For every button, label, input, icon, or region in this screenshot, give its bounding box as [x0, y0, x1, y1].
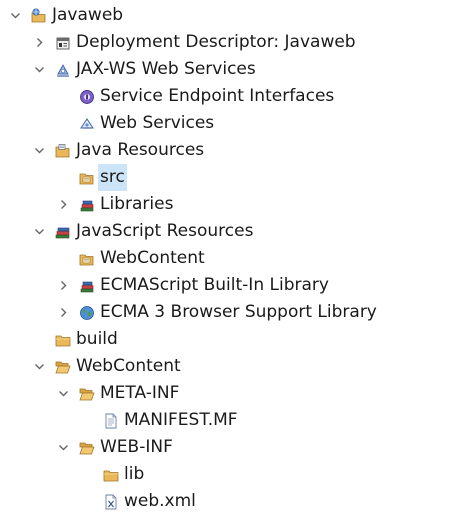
- xml-file-icon: [103, 494, 119, 510]
- javascript-resources-icon: [55, 224, 71, 240]
- source-folder-icon: [79, 170, 95, 186]
- tree-item-label: WebContent: [100, 248, 205, 268]
- tree-item-label: WebContent: [76, 356, 181, 376]
- project-explorer-tree: Javaweb Deployment Descriptor: Javaweb J…: [0, 0, 455, 515]
- tree-item-label: Java Resources: [76, 140, 205, 160]
- chevron-down-icon[interactable]: [10, 10, 21, 21]
- libraries-icon: [79, 197, 95, 213]
- web-service-icon: [79, 116, 95, 132]
- text-file-icon: [103, 413, 119, 429]
- chevron-right-icon[interactable]: [58, 280, 69, 291]
- tree-item-label: WEB-INF: [100, 437, 173, 457]
- interface-icon: [79, 89, 95, 105]
- tree-item-label: build: [76, 329, 118, 349]
- tree-item-label: ECMA 3 Browser Support Library: [100, 302, 377, 322]
- chevron-right-icon[interactable]: [58, 307, 69, 318]
- globe-icon: [79, 305, 95, 321]
- tree-item-label: ECMAScript Built-In Library: [100, 275, 329, 295]
- tree-item-label: web.xml: [124, 491, 196, 511]
- tree-item-label: Web Services: [100, 113, 215, 133]
- java-resources-icon: [55, 143, 71, 159]
- chevron-right-icon[interactable]: [34, 37, 45, 48]
- folder-open-icon: [79, 386, 95, 402]
- tree-item-label: MANIFEST.MF: [124, 410, 238, 430]
- chevron-down-icon[interactable]: [58, 442, 69, 453]
- chevron-down-icon[interactable]: [34, 145, 45, 156]
- chevron-down-icon[interactable]: [34, 361, 45, 372]
- chevron-down-icon[interactable]: [34, 226, 45, 237]
- web-project-icon: [31, 8, 47, 24]
- folder-icon: [55, 332, 71, 348]
- tree-item-label: Javaweb: [52, 5, 124, 25]
- folder-open-icon: [55, 359, 71, 375]
- tree-item-label: Libraries: [100, 194, 174, 214]
- tree-item-label: META-INF: [100, 383, 180, 403]
- tree-item-label: src: [98, 164, 127, 191]
- source-folder-icon: [79, 251, 95, 267]
- libraries-icon: [79, 278, 95, 294]
- folder-open-icon: [79, 440, 95, 456]
- chevron-down-icon[interactable]: [58, 388, 69, 399]
- tree-item-label: JavaScript Resources: [76, 221, 254, 241]
- folder-icon: [103, 467, 119, 483]
- tree-item-label: Service Endpoint Interfaces: [100, 86, 335, 106]
- tree-item-label: lib: [124, 464, 145, 484]
- web-services-icon: [55, 62, 71, 78]
- tree-item-label: Deployment Descriptor: Javaweb: [76, 32, 356, 52]
- deployment-descriptor-icon: [55, 35, 71, 51]
- chevron-right-icon[interactable]: [58, 199, 69, 210]
- chevron-down-icon[interactable]: [34, 64, 45, 75]
- tree-item-label: JAX-WS Web Services: [76, 59, 256, 79]
